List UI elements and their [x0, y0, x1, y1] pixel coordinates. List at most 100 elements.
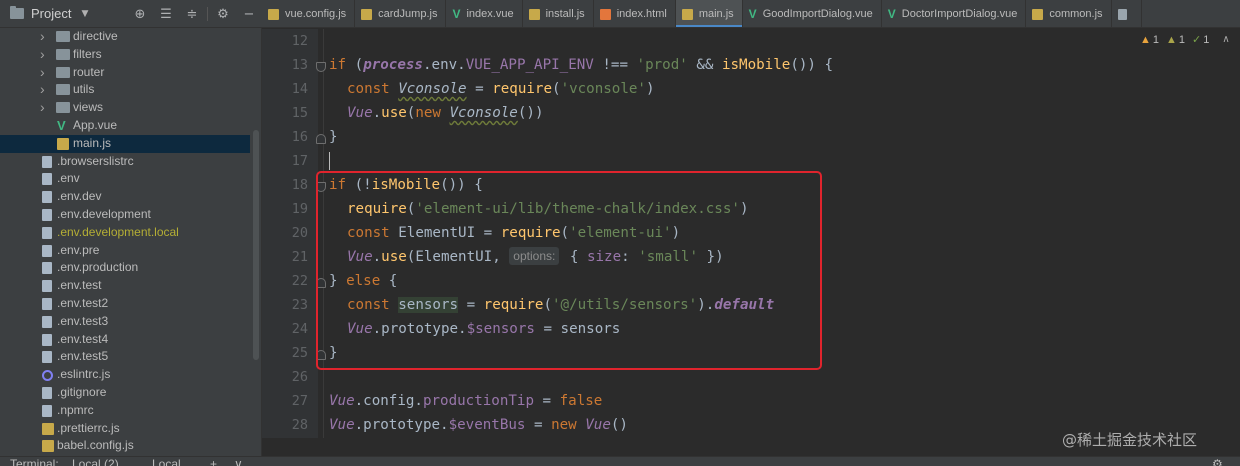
line-number: 24 [291, 321, 308, 337]
tree-item[interactable]: .env.test4 [0, 331, 250, 349]
tree-item[interactable]: .env.test [0, 277, 250, 295]
chevron-right-icon[interactable]: › [40, 28, 45, 46]
tab-cardjump-js[interactable]: cardJump.js [355, 0, 447, 27]
tree-item[interactable]: main.js [0, 134, 250, 153]
chevron-down-icon[interactable]: ▼ [81, 9, 88, 19]
tab-main-js[interactable]: main.js [675, 0, 743, 27]
tree-item-label: .env.production [57, 260, 139, 275]
file-icon [42, 315, 52, 328]
project-panel-title[interactable]: Project [31, 6, 71, 21]
collapse-icon[interactable]: ☰ [153, 7, 179, 22]
scrollbar-thumb[interactable] [253, 130, 259, 360]
tree-item[interactable]: .env.test2 [0, 295, 250, 313]
line-number: 19 [291, 201, 308, 217]
file-icon [42, 173, 52, 186]
tree-item[interactable]: .prettierrc.js [0, 420, 250, 438]
terminal-tab-local-2[interactable]: Local (2) [72, 458, 119, 466]
tree-item[interactable]: › utils [0, 81, 250, 99]
tab-install-js[interactable]: install.js [523, 0, 594, 27]
file-icon [42, 351, 52, 364]
code-token: = [466, 81, 493, 97]
tree-item-label: .env.pre [57, 242, 100, 257]
tab-goodimportdialog-vue[interactable]: V GoodImportDialog.vue [743, 0, 882, 27]
gear-icon[interactable]: ⚙ [1212, 458, 1223, 466]
code-token: .env. [422, 57, 466, 73]
line-number: 17 [291, 153, 308, 169]
code-line: Vue.prototype.$eventBus = new Vue() [329, 413, 628, 437]
typo-count[interactable]: ✓ 1 [1192, 33, 1209, 47]
tree-item[interactable]: V App.vue [0, 117, 250, 135]
tab-more[interactable] [1112, 0, 1142, 27]
tree-item[interactable]: › filters [0, 46, 250, 64]
chevron-up-icon[interactable]: ∧ [1222, 34, 1229, 45]
warning-count[interactable]: ▲ 1 [1140, 34, 1159, 46]
editor-scrollbar[interactable] [1230, 29, 1240, 438]
tab-doctorimportdialog-vue[interactable]: V DoctorImportDialog.vue [882, 0, 1027, 27]
tree-item[interactable]: .npmrc [0, 402, 250, 420]
chevron-right-icon[interactable]: › [40, 46, 45, 64]
file-icon [42, 386, 52, 399]
terminal-menu-button[interactable]: ∨ [234, 458, 243, 466]
tree-item-label: views [73, 100, 104, 115]
weak-warning-count[interactable]: ▲ 1 [1166, 34, 1185, 46]
tree-item[interactable]: .eslintrc.js [0, 366, 250, 384]
tree-item-label: .env.development.local [57, 224, 179, 239]
tree-item-label: .env.test2 [57, 295, 109, 310]
line-number: 22 [291, 273, 308, 289]
code-token: new [415, 105, 450, 121]
code-token: Vue [585, 417, 611, 433]
weak-warning-count-value: 1 [1178, 33, 1186, 46]
tab-label: install.js [545, 8, 585, 20]
tree-item[interactable]: › router [0, 64, 250, 82]
chevron-right-icon[interactable]: › [40, 99, 45, 117]
tree-item[interactable]: .env.test3 [0, 313, 250, 331]
tree-item[interactable]: babel.config.js [0, 437, 250, 455]
js-file-icon [528, 8, 540, 20]
project-scrollbar[interactable] [251, 0, 261, 456]
tree-item[interactable]: .browserslistrc [0, 153, 250, 171]
code-line: const Vconsole = require('vconsole') [347, 77, 655, 101]
chevron-right-icon[interactable]: › [40, 81, 45, 99]
tree-item[interactable]: › directive [0, 28, 250, 46]
tree-item[interactable]: .env.test5 [0, 348, 250, 366]
add-terminal-button[interactable]: + [210, 458, 217, 466]
tree-item[interactable]: › views [0, 99, 250, 117]
expand-icon[interactable]: ≑ [179, 7, 205, 22]
fold-marker-icon[interactable] [316, 134, 326, 144]
fold-marker-icon[interactable] [316, 62, 326, 72]
code-token: if [329, 57, 347, 73]
tree-item[interactable]: .env.dev [0, 188, 250, 206]
tab-index-vue[interactable]: Vindex.vue [446, 0, 523, 27]
tree-item-label: .env.test3 [57, 313, 109, 328]
tab-common-js[interactable]: common.js [1026, 0, 1112, 27]
chevron-right-icon[interactable]: › [40, 64, 45, 82]
line-number: 26 [291, 369, 308, 385]
tree-item-label: .env.test [57, 278, 102, 293]
code-token: .config. [354, 393, 423, 409]
code-token: () [610, 417, 628, 433]
tree-item-label: .browserslistrc [57, 153, 134, 168]
code-token: Vue [329, 417, 355, 433]
code-token: ()) [517, 105, 544, 121]
folder-icon [56, 84, 70, 96]
inspection-widget[interactable]: ▲ 1 ▲ 1 ✓ 1 ∧ [1140, 33, 1230, 47]
tree-item-label: .eslintrc.js [57, 367, 111, 382]
gear-icon[interactable]: ⚙ [210, 7, 236, 22]
tab-index-html[interactable]: index.html [594, 0, 676, 27]
code-token: ( [552, 81, 561, 97]
tree-item[interactable]: .env.pre [0, 242, 250, 260]
weak-warning-icon: ▲ [1166, 33, 1177, 46]
target-icon[interactable]: ⊕ [127, 7, 153, 22]
code-token: Vue [329, 393, 355, 409]
tree-item[interactable]: .env.development.local [0, 224, 250, 242]
tree-item[interactable]: .gitignore [0, 384, 250, 402]
code-token: && [687, 57, 722, 73]
tab-vue-config-js[interactable]: vue.config.js [262, 0, 356, 27]
code-token: .prototype. [354, 417, 449, 433]
tree-item[interactable]: .env.development [0, 206, 250, 224]
tree-item[interactable]: .env.production [0, 259, 250, 277]
js-file-icon [42, 422, 54, 435]
tree-item[interactable]: .env [0, 170, 250, 188]
terminal-tab-local[interactable]: Local [152, 458, 181, 466]
terminal-bar: Terminal: Local (2) Local + ∨ ⚙ [0, 456, 1240, 466]
